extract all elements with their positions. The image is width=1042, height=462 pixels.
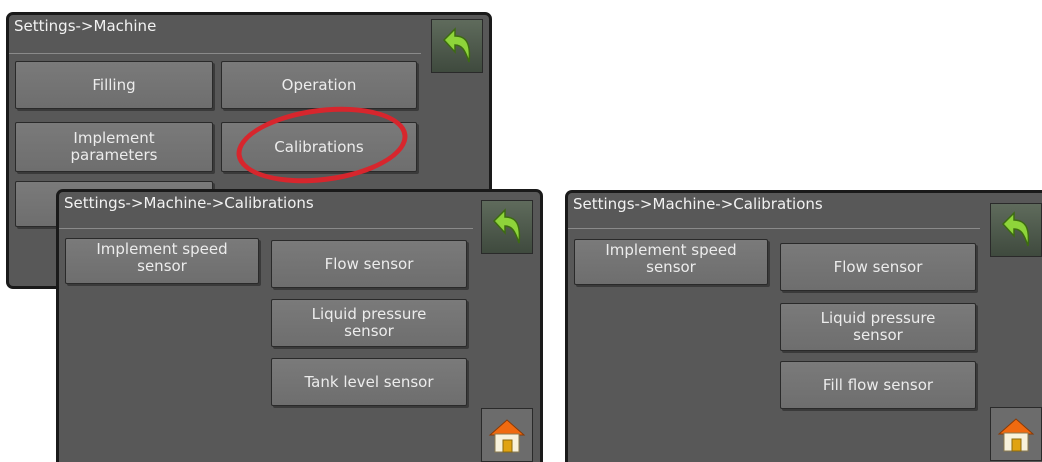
back-arrow-icon xyxy=(1001,211,1030,247)
liquid-pressure-sensor-button[interactable]: Liquid pressure sensor xyxy=(780,303,976,351)
calibrations-screen-1: Settings->Machine->Calibrations Implemen… xyxy=(56,189,543,462)
button-label: Implement speed sensor xyxy=(605,241,737,276)
title-divider xyxy=(59,228,473,229)
operation-button[interactable]: Operation xyxy=(221,61,417,109)
home-icon xyxy=(488,419,526,453)
back-arrow-icon xyxy=(442,27,471,63)
filling-button[interactable]: Filling xyxy=(15,61,213,109)
implement-parameters-button[interactable]: Implement parameters xyxy=(15,122,213,172)
home-icon xyxy=(997,418,1035,452)
button-label: Liquid pressure sensor xyxy=(820,309,936,344)
implement-speed-sensor-button[interactable]: Implement speed sensor xyxy=(574,239,768,285)
screen-title: Settings->Machine->Calibrations xyxy=(573,195,823,213)
home-button[interactable] xyxy=(990,407,1042,461)
back-arrow-icon xyxy=(492,208,521,244)
button-label: Liquid pressure sensor xyxy=(311,305,427,340)
button-label: Implement speed sensor xyxy=(96,240,228,275)
button-label: Fill flow sensor xyxy=(822,375,934,394)
home-button[interactable] xyxy=(481,408,533,462)
title-divider xyxy=(9,53,421,54)
button-label: Filling xyxy=(92,75,136,94)
flow-sensor-button[interactable]: Flow sensor xyxy=(271,240,467,288)
screen-title: Settings->Machine xyxy=(14,17,157,35)
back-button[interactable] xyxy=(431,19,483,73)
flow-sensor-button[interactable]: Flow sensor xyxy=(780,243,976,291)
button-label: Flow sensor xyxy=(833,257,923,276)
liquid-pressure-sensor-button[interactable]: Liquid pressure sensor xyxy=(271,299,467,347)
fill-flow-sensor-button[interactable]: Fill flow sensor xyxy=(780,361,976,409)
back-button[interactable] xyxy=(990,203,1042,257)
screen-title: Settings->Machine->Calibrations xyxy=(64,194,314,212)
button-label: Operation xyxy=(281,75,357,94)
button-label: Implement parameters xyxy=(70,129,158,164)
title-divider xyxy=(568,228,980,229)
button-label: Flow sensor xyxy=(324,254,414,273)
tank-level-sensor-button[interactable]: Tank level sensor xyxy=(271,358,467,406)
calibrations-screen-2: Settings->Machine->Calibrations Implemen… xyxy=(565,190,1042,462)
implement-speed-sensor-button[interactable]: Implement speed sensor xyxy=(65,238,259,284)
back-button[interactable] xyxy=(481,200,533,254)
button-label: Tank level sensor xyxy=(304,372,434,391)
